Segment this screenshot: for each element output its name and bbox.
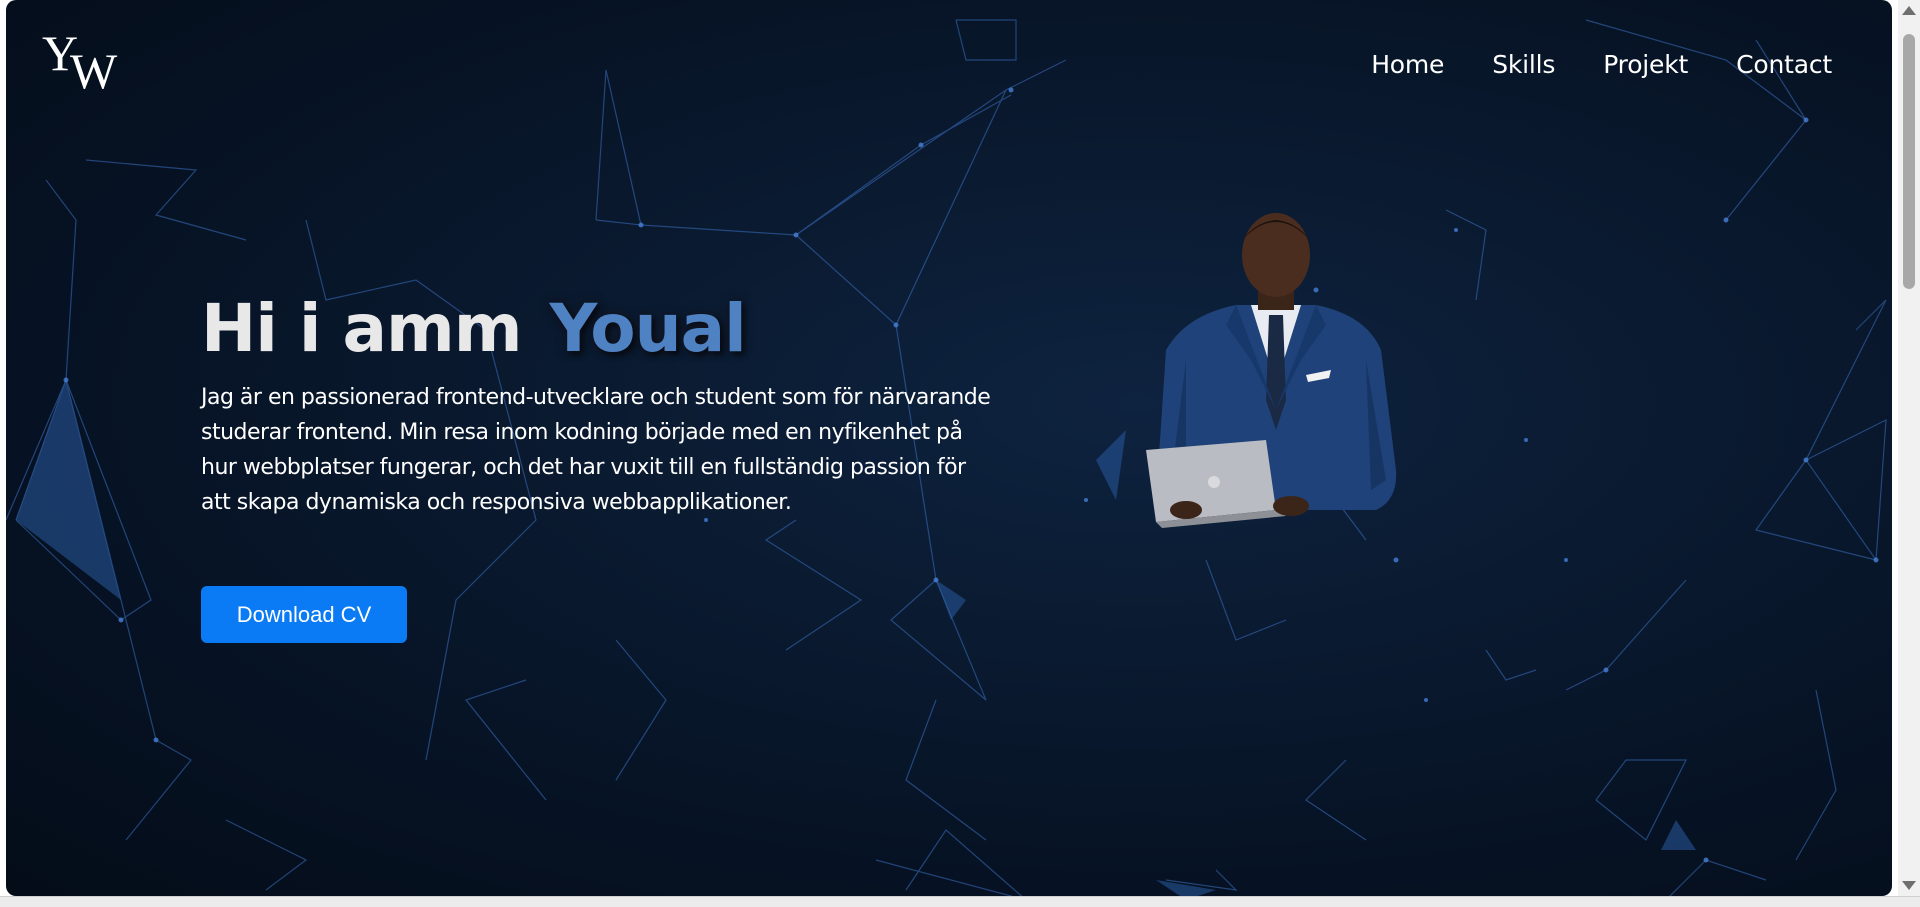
scroll-thumb[interactable] — [1903, 34, 1915, 289]
scroll-down-arrow-icon[interactable] — [1902, 881, 1916, 890]
hero-section: Y W Home Skills Projekt Contact Hi i amm… — [6, 0, 1892, 896]
hero-description: Jag är en passionerad frontend-utvecklar… — [201, 385, 991, 515]
nav-home[interactable]: Home — [1371, 50, 1444, 79]
hero-name: Youal — [549, 290, 747, 367]
logo[interactable]: Y W — [42, 28, 132, 98]
nav-projekt[interactable]: Projekt — [1603, 50, 1688, 79]
hero-greeting: Hi i amm — [201, 290, 523, 367]
scroll-up-arrow-icon[interactable] — [1902, 6, 1916, 15]
bottom-edge — [0, 896, 1920, 907]
logo-letter-w: W — [70, 43, 118, 99]
nav-skills[interactable]: Skills — [1492, 50, 1555, 79]
nav-contact[interactable]: Contact — [1736, 50, 1832, 79]
hero-title: Hi i amm Youal — [201, 290, 747, 367]
main-navigation: Home Skills Projekt Contact — [1371, 50, 1832, 79]
portrait-image — [1146, 213, 1397, 528]
download-cv-button[interactable]: Download CV — [201, 586, 407, 643]
vertical-scrollbar[interactable] — [1898, 0, 1920, 896]
